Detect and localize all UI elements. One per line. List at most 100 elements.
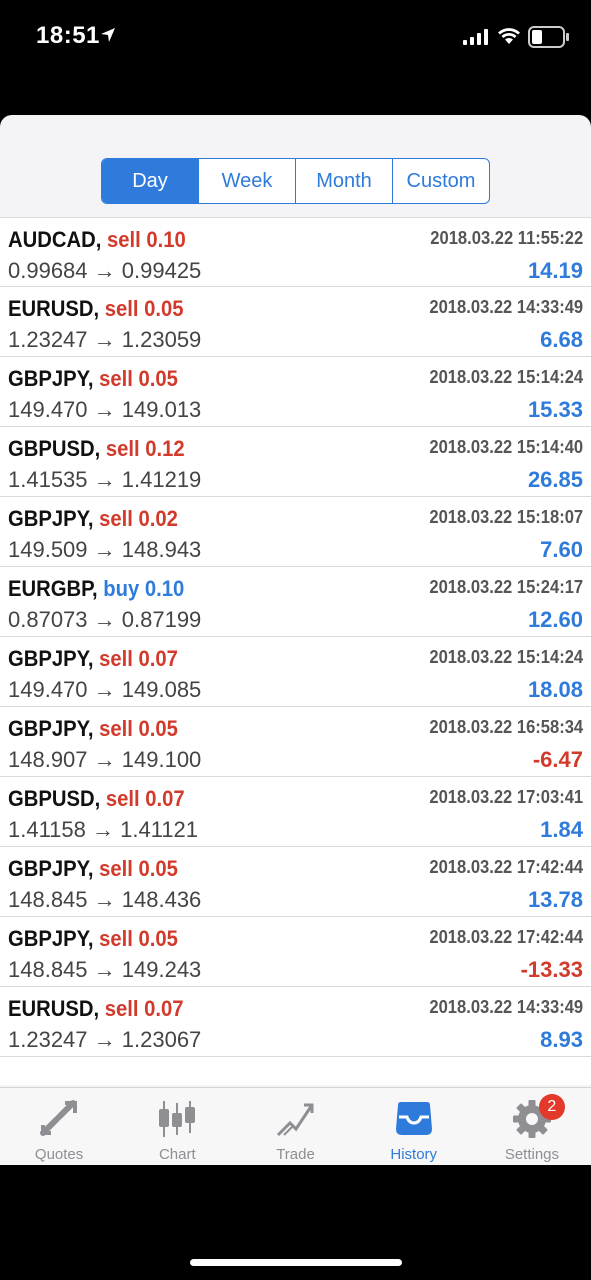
trade-row[interactable]: EURUSD, sell 0.07 1.23247 → 1.23067 2018…: [0, 987, 591, 1057]
bottom-tab-bar: Quotes Chart Trade History 2 Settings: [0, 1087, 591, 1165]
open-price: 1.23247: [8, 1027, 88, 1052]
trade-profit: 8.93: [540, 1027, 583, 1052]
trade-side: sell 0.07: [99, 646, 178, 671]
trade-side: sell 0.05: [104, 296, 184, 321]
trade-row[interactable]: GBPJPY, sell 0.02 149.509 → 148.943 2018…: [0, 497, 591, 567]
trade-symbol: GBPJPY,: [8, 646, 94, 671]
open-price: 149.470: [8, 397, 88, 422]
segment-day[interactable]: Day: [102, 159, 198, 203]
trade-symbol-line: GBPJPY, sell 0.02: [8, 506, 178, 532]
trade-side: sell 0.05: [99, 926, 178, 951]
trade-time: 2018.03.22 15:24:17: [429, 577, 583, 597]
trade-profit: 6.68: [540, 327, 583, 352]
trade-time: 2018.03.22 15:14:24: [429, 367, 583, 387]
home-indicator[interactable]: [190, 1259, 402, 1266]
trade-time: 2018.03.22 17:42:44: [429, 927, 583, 947]
trade-time: 2018.03.22 14:33:49: [429, 997, 583, 1017]
trade-symbol: GBPUSD,: [8, 786, 101, 811]
trade-time: 2018.03.22 14:33:49: [429, 297, 583, 317]
close-price: 149.100: [121, 747, 202, 772]
notification-badge: 2: [538, 1094, 565, 1120]
trade-symbol-line: GBPJPY, sell 0.05: [8, 716, 178, 742]
trade-symbol: GBPJPY,: [8, 366, 94, 391]
trade-side: sell 0.12: [105, 436, 185, 461]
history-screen: Day Week Month Custom AUDCAD, sell 0.10 …: [0, 115, 591, 1165]
location-arrow-icon: [101, 28, 115, 42]
trade-profit: 26.85: [527, 467, 583, 492]
trade-symbol-line: GBPJPY, sell 0.07: [8, 646, 178, 672]
trade-row[interactable]: GBPJPY, sell 0.05 148.845 → 148.436 2018…: [0, 847, 591, 917]
trade-symbol-line: AUDCAD, sell 0.10: [8, 227, 186, 253]
close-price: 1.41121: [120, 817, 199, 842]
trade-symbol: GBPJPY,: [8, 926, 94, 951]
trade-symbol: EURUSD,: [8, 996, 100, 1021]
tab-label: Trade: [276, 1146, 315, 1163]
tab-settings[interactable]: 2 Settings: [473, 1088, 591, 1165]
open-price: 1.41535: [8, 467, 88, 492]
trade-side: sell 0.07: [105, 786, 185, 811]
close-price: 1.23067: [121, 1027, 202, 1052]
close-price: 148.943: [121, 537, 202, 562]
tab-label: Quotes: [34, 1146, 84, 1163]
trade-row[interactable]: GBPUSD, sell 0.07 1.41158 → 1.41121 2018…: [0, 777, 591, 847]
trade-side: sell 0.02: [99, 506, 178, 531]
trade-symbol-line: GBPJPY, sell 0.05: [8, 856, 178, 882]
trade-prices: 0.87073 → 0.87199: [8, 607, 202, 632]
trade-row[interactable]: GBPJPY, sell 0.05 148.907 → 149.100 2018…: [0, 707, 591, 777]
open-price: 149.509: [8, 537, 88, 562]
tab-quotes[interactable]: Quotes: [0, 1088, 118, 1165]
trade-profit: 14.19: [527, 258, 583, 283]
tab-label: Chart: [158, 1146, 196, 1163]
segment-week[interactable]: Week: [198, 159, 295, 203]
trade-side: sell 0.10: [106, 227, 186, 252]
trade-side: sell 0.05: [99, 856, 178, 881]
tab-label: History: [390, 1146, 438, 1163]
trade-row[interactable]: AUDCAD, sell 0.10 0.99684 → 0.99425 2018…: [0, 217, 591, 287]
trade-row[interactable]: EURGBP, buy 0.10 0.87073 → 0.87199 2018.…: [0, 567, 591, 637]
trade-symbol: GBPJPY,: [8, 716, 94, 741]
trade-row[interactable]: GBPUSD, sell 0.12 1.41535 → 1.41219 2018…: [0, 427, 591, 497]
tab-history[interactable]: History: [355, 1088, 473, 1165]
trade-prices: 149.470 → 149.013: [8, 397, 202, 422]
open-price: 148.845: [8, 957, 88, 982]
trade-prices: 148.907 → 149.100: [8, 747, 202, 772]
trade-profit: 12.60: [527, 607, 583, 632]
trade-profit: -13.33: [520, 957, 583, 982]
segment-month[interactable]: Month: [295, 159, 392, 203]
battery-icon: [528, 26, 569, 48]
trade-side: sell 0.05: [99, 716, 178, 741]
trade-time: 2018.03.22 11:55:22: [430, 228, 583, 248]
trade-row[interactable]: GBPJPY, sell 0.07 149.470 → 149.085 2018…: [0, 637, 591, 707]
trade-profit: 7.60: [540, 537, 583, 562]
status-bar: 18:51: [0, 0, 591, 76]
trade-symbol: EURUSD,: [8, 296, 100, 321]
trade-prices: 1.23247 → 1.23059: [8, 327, 202, 352]
trade-history-list[interactable]: AUDCAD, sell 0.10 0.99684 → 0.99425 2018…: [0, 217, 591, 1085]
trade-symbol-line: EURUSD, sell 0.05: [8, 296, 184, 322]
trade-row[interactable]: GBPJPY, sell 0.05 148.845 → 149.243 2018…: [0, 917, 591, 987]
open-price: 0.87073: [8, 607, 88, 632]
tab-trade[interactable]: Trade: [236, 1088, 354, 1165]
trade-time: 2018.03.22 17:42:44: [429, 857, 583, 877]
trade-symbol: AUDCAD,: [8, 227, 102, 252]
trade-time: 2018.03.22 15:18:07: [429, 507, 583, 527]
close-price: 149.013: [121, 397, 202, 422]
trade-time: 2018.03.22 16:58:34: [429, 717, 583, 737]
trade-side: sell 0.05: [99, 366, 178, 391]
trade-profit: 1.84: [540, 817, 583, 842]
trade-symbol-line: GBPUSD, sell 0.07: [8, 786, 185, 812]
open-price: 148.845: [8, 887, 88, 912]
trade-profit: -6.47: [532, 747, 583, 772]
trade-profit: 18.08: [527, 677, 583, 702]
trade-symbol-line: GBPUSD, sell 0.12: [8, 436, 185, 462]
trade-symbol: GBPJPY,: [8, 506, 94, 531]
trade-row[interactable]: EURUSD, sell 0.05 1.23247 → 1.23059 2018…: [0, 287, 591, 357]
tab-chart[interactable]: Chart: [118, 1088, 236, 1165]
status-time: 18:51: [36, 22, 100, 49]
open-price: 0.99684: [8, 258, 88, 283]
trade-symbol: GBPUSD,: [8, 436, 101, 461]
trade-prices: 0.99684 → 0.99425: [8, 258, 202, 283]
segment-custom[interactable]: Custom: [392, 159, 489, 203]
trade-prices: 1.41158 → 1.41121: [8, 817, 199, 842]
trade-row[interactable]: GBPJPY, sell 0.05 149.470 → 149.013 2018…: [0, 357, 591, 427]
